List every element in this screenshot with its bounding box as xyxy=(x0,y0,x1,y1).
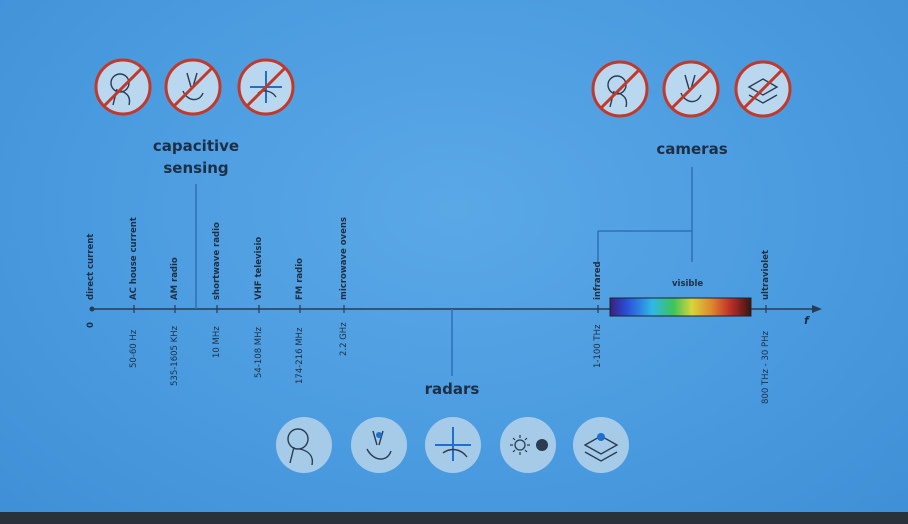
band-range: 50-60 Hz xyxy=(129,329,139,368)
touch-crossed-icon xyxy=(94,58,152,116)
band-name: direct current xyxy=(86,233,96,300)
cameras-title: cameras xyxy=(656,140,728,158)
band-range: 0 xyxy=(86,322,96,328)
band-name: VHF televisio xyxy=(254,236,264,300)
slide: capacitive sensing cameras radars f visi… xyxy=(0,0,908,524)
band-range: 10 MHz xyxy=(212,326,222,358)
visible-label: visible xyxy=(672,279,704,289)
screen-bezel xyxy=(0,512,908,524)
visible-spectrum-bar xyxy=(609,297,752,317)
pinch-crossed-icon xyxy=(164,58,222,116)
band-name: AC house current xyxy=(129,217,139,300)
pinch-crossed-icon xyxy=(662,60,720,118)
axis-arrowhead xyxy=(812,305,822,313)
swipe-icon xyxy=(425,417,481,473)
layers-icon xyxy=(573,417,629,473)
band-range: 54-108 MHz xyxy=(254,327,264,378)
frequency-symbol: f xyxy=(804,314,809,327)
band-name: shortwave radio xyxy=(212,222,222,300)
band-name: ultraviolet xyxy=(761,250,771,300)
band-name: infrared xyxy=(593,261,603,300)
touch-crossed-icon xyxy=(591,60,649,118)
layers-crossed-icon xyxy=(734,60,792,118)
touch-icon xyxy=(276,417,332,473)
band-name: FM radio xyxy=(295,258,305,300)
radars-title: radars xyxy=(424,380,480,398)
band-range: 800 THz - 30 PHz xyxy=(761,331,771,404)
capacitive-sensing-title: capacitive sensing xyxy=(152,137,240,177)
pinch-icon xyxy=(351,417,407,473)
light-dot-icon xyxy=(500,417,556,473)
band-name: AM radio xyxy=(170,257,180,300)
band-range: 174-216 MHz xyxy=(295,327,305,384)
band-range: 1-100 THz xyxy=(593,324,603,368)
origin-dot xyxy=(89,306,95,312)
band-range: 2.2 GHz xyxy=(339,322,349,356)
swipe-crossed-icon xyxy=(237,58,295,116)
band-name: microwave ovens xyxy=(339,217,349,300)
band-range: 535-1605 KHz xyxy=(170,325,180,386)
